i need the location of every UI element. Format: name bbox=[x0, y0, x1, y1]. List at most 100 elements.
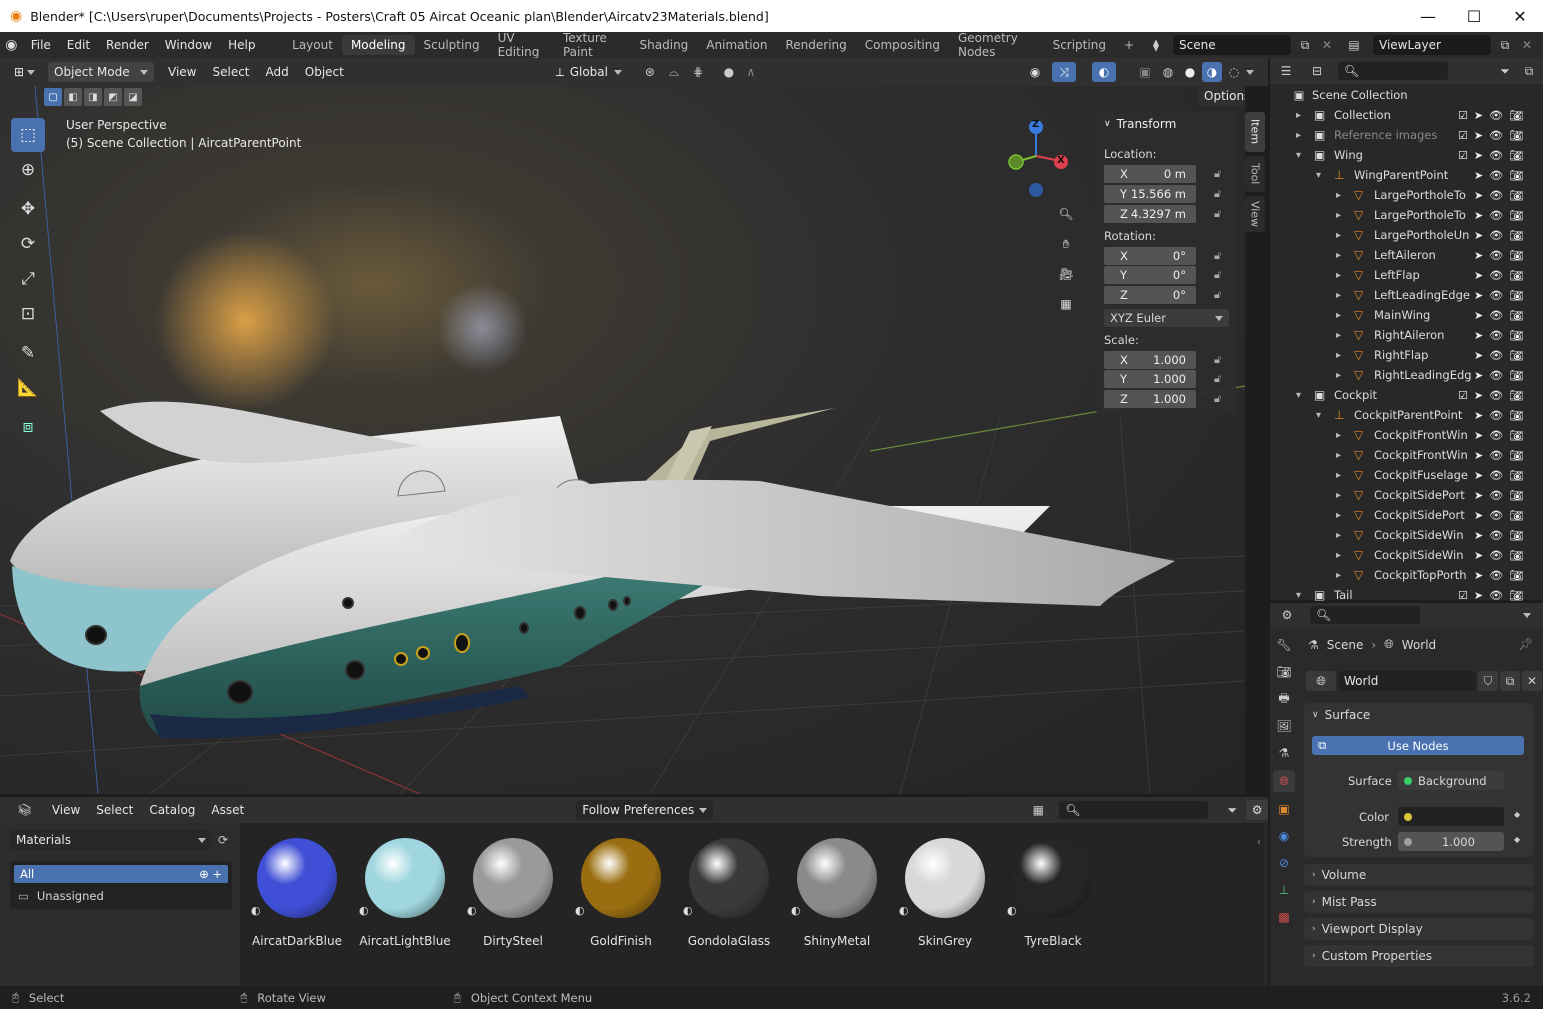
display-mode-icon[interactable]: ⊟ bbox=[1302, 64, 1332, 78]
material-asset-tile[interactable]: ◐ AircatDarkBlue bbox=[247, 838, 347, 948]
outliner-row[interactable]: ▸ ▽ CockpitFrontWin ➤ 👁︎ 📷︎ bbox=[1270, 425, 1543, 445]
overlays-icon[interactable]: ◐ bbox=[1092, 62, 1116, 82]
outliner-row[interactable]: ▸ ▽ RightFlap ➤ 👁︎ 📷︎ bbox=[1270, 345, 1543, 365]
tab-uv-editing[interactable]: UV Editing bbox=[489, 28, 554, 62]
tab-layout[interactable]: Layout bbox=[283, 35, 342, 55]
viewport-menu-add[interactable]: Add bbox=[258, 65, 297, 79]
zoom-icon[interactable]: 🔍︎ bbox=[1054, 202, 1078, 226]
outliner-row[interactable]: ▾ ▣ Wing ☑ ➤ 👁︎ 📷︎ bbox=[1270, 145, 1543, 165]
select-new-icon[interactable]: ▢ bbox=[44, 88, 62, 106]
select-toggle-icon[interactable]: ➤ bbox=[1474, 229, 1483, 242]
delete-scene-icon[interactable]: ✕ bbox=[1319, 38, 1335, 52]
select-toggle-icon[interactable]: ➤ bbox=[1474, 589, 1483, 602]
tab-sculpting[interactable]: Sculpting bbox=[415, 35, 489, 55]
scale-y-field[interactable]: Y 1.000 bbox=[1104, 370, 1196, 388]
render-camera-icon[interactable]: 📷︎ bbox=[1509, 129, 1523, 142]
material-asset-tile[interactable]: ◐ AircatLightBlue bbox=[355, 838, 455, 948]
render-camera-icon[interactable]: 📷︎ bbox=[1509, 389, 1523, 402]
surface-shader-selector[interactable]: Background bbox=[1398, 771, 1504, 790]
visibility-eye-icon[interactable]: 👁︎ bbox=[1489, 149, 1503, 162]
texture-tab-icon[interactable]: ▩ bbox=[1278, 907, 1289, 927]
measure-tool-icon[interactable]: 📐 bbox=[11, 371, 45, 405]
visibility-eye-icon[interactable]: 👁︎ bbox=[1489, 129, 1503, 142]
asset-sidebar-toggle-icon[interactable]: ‹ bbox=[1257, 837, 1267, 857]
world-browse-icon[interactable]: 🌐︎ bbox=[1306, 671, 1336, 691]
exclude-checkbox[interactable]: ☑ bbox=[1458, 389, 1468, 402]
select-toggle-icon[interactable]: ➤ bbox=[1474, 349, 1483, 362]
transform-tool-icon[interactable]: ⊡ bbox=[11, 297, 45, 331]
material-asset-tile[interactable]: ◐ GondolaGlass bbox=[679, 838, 779, 948]
visibility-eye-icon[interactable]: 👁︎ bbox=[1489, 369, 1503, 382]
blender-menu-icon[interactable]: ◉ bbox=[0, 37, 23, 53]
select-toggle-icon[interactable]: ➤ bbox=[1474, 129, 1483, 142]
expand-arrow-icon[interactable]: ▸ bbox=[1336, 530, 1341, 541]
render-tab-icon[interactable]: 📷︎ bbox=[1276, 662, 1291, 682]
expand-arrow-icon[interactable]: ▸ bbox=[1336, 230, 1341, 241]
visibility-eye-icon[interactable]: 👁︎ bbox=[1489, 489, 1503, 502]
expand-arrow-icon[interactable]: ▸ bbox=[1336, 290, 1341, 301]
select-toggle-icon[interactable]: ➤ bbox=[1474, 389, 1483, 402]
asset-menu-view[interactable]: View bbox=[44, 803, 88, 817]
outliner-row[interactable]: ▸ ▽ LargePortholeTo ➤ 👁︎ 📷︎ bbox=[1270, 185, 1543, 205]
falloff-icon[interactable]: ∧ bbox=[740, 65, 762, 79]
outliner-row[interactable]: ▸ ▽ CockpitSideWin ➤ 👁︎ 📷︎ bbox=[1270, 525, 1543, 545]
outliner-row[interactable]: ▾ ▣ Tail ☑ ➤ 👁︎ 📷︎ bbox=[1270, 585, 1543, 605]
material-asset-tile[interactable]: ◐ GoldFinish bbox=[571, 838, 671, 948]
lock-location-x-icon[interactable]: 🔓︎ bbox=[1214, 167, 1221, 181]
filter-icon[interactable]: ⏷ bbox=[1493, 64, 1517, 79]
outliner-editor-type-icon[interactable]: ☰ bbox=[1270, 64, 1302, 78]
annotate-tool-icon[interactable]: ✎ bbox=[11, 336, 45, 370]
visibility-eye-icon[interactable]: 👁︎ bbox=[1489, 249, 1503, 262]
visibility-eye-icon[interactable]: 👁︎ bbox=[1489, 109, 1503, 122]
visibility-eye-icon[interactable]: 👁︎ bbox=[1489, 229, 1503, 242]
visibility-eye-icon[interactable]: 👁︎ bbox=[1489, 409, 1503, 422]
visibility-eye-icon[interactable]: 👁︎ bbox=[1489, 329, 1503, 342]
select-toggle-icon[interactable]: ➤ bbox=[1474, 169, 1483, 182]
rotation-z-field[interactable]: Z 0° bbox=[1104, 286, 1196, 304]
scale-x-field[interactable]: X 1.000 bbox=[1104, 351, 1196, 369]
properties-editor-type-icon[interactable]: ⚙ bbox=[1270, 608, 1304, 622]
select-toggle-icon[interactable]: ➤ bbox=[1474, 449, 1483, 462]
wireframe-shading-icon[interactable]: ◍ bbox=[1158, 65, 1178, 79]
visibility-eye-icon[interactable]: 👁︎ bbox=[1489, 209, 1503, 222]
expand-arrow-icon[interactable]: ▸ bbox=[1296, 110, 1301, 121]
lock-rotation-z-icon[interactable]: 🔓︎ bbox=[1214, 288, 1221, 302]
expand-arrow-icon[interactable]: ▸ bbox=[1336, 450, 1341, 461]
render-camera-icon[interactable]: 📷︎ bbox=[1509, 149, 1523, 162]
render-camera-icon[interactable]: 📷︎ bbox=[1509, 109, 1523, 122]
render-camera-icon[interactable]: 📷︎ bbox=[1509, 209, 1523, 222]
visibility-eye-icon[interactable]: 👁︎ bbox=[1489, 389, 1503, 402]
object-tab-icon[interactable]: ▣ bbox=[1278, 799, 1289, 819]
render-camera-icon[interactable]: 📷︎ bbox=[1509, 249, 1523, 262]
render-camera-icon[interactable]: 📷︎ bbox=[1509, 309, 1523, 322]
rotation-mode-dropdown[interactable]: XYZ Euler bbox=[1104, 309, 1229, 327]
select-toggle-icon[interactable]: ➤ bbox=[1474, 509, 1483, 522]
menu-window[interactable]: Window bbox=[157, 38, 220, 52]
viewport-display-panel-header[interactable]: › Viewport Display bbox=[1304, 918, 1534, 940]
render-camera-icon[interactable]: 📷︎ bbox=[1509, 449, 1523, 462]
custom-properties-panel-header[interactable]: › Custom Properties bbox=[1304, 945, 1534, 967]
expand-arrow-icon[interactable]: ▸ bbox=[1336, 550, 1341, 561]
outliner-row[interactable]: ▸ ▽ LargePortholeTo ➤ 👁︎ 📷︎ bbox=[1270, 205, 1543, 225]
physics-tab-icon[interactable]: ◉ bbox=[1279, 826, 1289, 846]
select-subtract-icon[interactable]: ◨ bbox=[84, 88, 102, 106]
lock-rotation-x-icon[interactable]: 🔓︎ bbox=[1214, 249, 1221, 263]
world-name-field[interactable]: World bbox=[1338, 671, 1476, 691]
surface-panel-header[interactable]: ∨ Surface bbox=[1312, 708, 1370, 722]
visibility-eye-icon[interactable]: 👁︎ bbox=[1489, 529, 1503, 542]
expand-arrow-icon[interactable]: ▸ bbox=[1336, 510, 1341, 521]
import-method-dropdown[interactable]: Follow Preferences bbox=[576, 800, 714, 820]
visibility-eye-icon[interactable]: 👁︎ bbox=[1489, 589, 1503, 602]
collapse-arrow-icon[interactable]: ▾ bbox=[1296, 590, 1301, 601]
asset-menu-catalog[interactable]: Catalog bbox=[141, 803, 203, 817]
lock-scale-y-icon[interactable]: 🔓︎ bbox=[1214, 372, 1221, 386]
exclude-checkbox[interactable]: ☑ bbox=[1458, 109, 1468, 122]
select-invert-icon[interactable]: ◩ bbox=[104, 88, 122, 106]
outliner-row[interactable]: ▸ ▽ LargePortholeUn ➤ 👁︎ 📷︎ bbox=[1270, 225, 1543, 245]
select-toggle-icon[interactable]: ➤ bbox=[1474, 409, 1483, 422]
exclude-checkbox[interactable]: ☑ bbox=[1458, 589, 1468, 602]
expand-arrow-icon[interactable]: ▸ bbox=[1336, 370, 1341, 381]
new-view-layer-icon[interactable]: ⧉ bbox=[1495, 38, 1515, 53]
object-data-tab-icon[interactable]: ⊥ bbox=[1279, 880, 1289, 900]
orientation-selector[interactable]: ⟂ Global bbox=[550, 62, 628, 82]
